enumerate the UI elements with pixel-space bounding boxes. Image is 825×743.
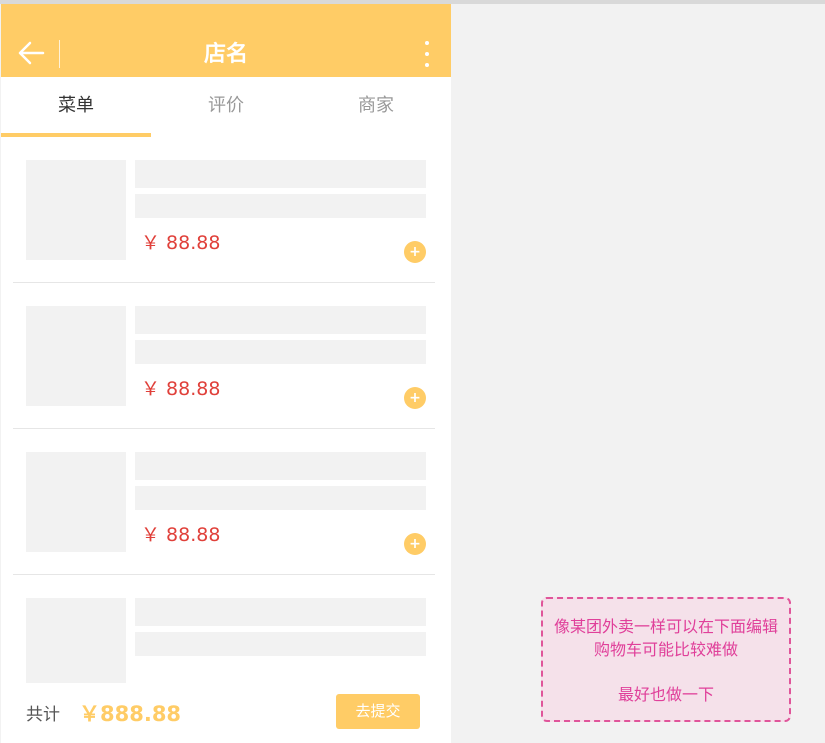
annotation-note: 像某团外卖一样可以在下面编辑 购物车可能比较难做 最好也做一下 (541, 597, 791, 722)
app-header: 店名 (1, 4, 451, 77)
item-price: ￥ 88.88 (141, 524, 221, 546)
note-line: 像某团外卖一样可以在下面编辑 (553, 617, 778, 636)
arrow-left-icon (18, 41, 45, 65)
item-price: ￥ 88.88 (141, 378, 221, 400)
mobile-app-frame: 店名 菜单 评价 商家 ￥ 88.88 + ￥ 88.88 + ￥ 88.88 … (1, 4, 451, 743)
submit-button[interactable]: 去提交 (336, 694, 420, 729)
more-button[interactable] (417, 40, 437, 68)
item-price: ￥ 88.88 (141, 232, 221, 254)
tab-menu[interactable]: 菜单 (1, 77, 151, 137)
menu-item[interactable]: ￥ 88.88 + (1, 283, 451, 429)
item-image-placeholder (26, 306, 126, 406)
tab-merchant[interactable]: 商家 (301, 77, 451, 137)
back-button[interactable] (15, 38, 47, 68)
menu-item[interactable]: ￥ 88.88 + (1, 137, 451, 283)
more-vertical-icon (425, 41, 429, 45)
item-name-placeholder (135, 160, 426, 188)
item-name-placeholder (135, 452, 426, 480)
item-desc-placeholder (135, 340, 426, 364)
add-to-cart-button[interactable]: + (404, 241, 426, 263)
add-to-cart-button[interactable]: + (404, 533, 426, 555)
cart-footer: 共计 ￥888.88 去提交 (1, 683, 451, 743)
tab-reviews[interactable]: 评价 (151, 77, 301, 137)
menu-item[interactable]: ￥ 88.88 + (1, 429, 451, 575)
header-divider (59, 40, 60, 68)
item-name-placeholder (135, 306, 426, 334)
item-desc-placeholder (135, 632, 426, 656)
item-image-placeholder (26, 160, 126, 260)
item-desc-placeholder (135, 194, 426, 218)
note-line: 购物车可能比较难做 (593, 640, 738, 659)
menu-list: ￥ 88.88 + ￥ 88.88 + ￥ 88.88 + (1, 137, 451, 721)
add-to-cart-button[interactable]: + (404, 387, 426, 409)
item-desc-placeholder (135, 486, 426, 510)
total-price: ￥888.88 (79, 702, 182, 726)
item-name-placeholder (135, 598, 426, 626)
page-title: 店名 (203, 42, 248, 67)
note-line: 最好也做一下 (617, 685, 714, 704)
item-image-placeholder (26, 452, 126, 552)
total-label: 共计 (26, 705, 60, 725)
tab-bar: 菜单 评价 商家 (1, 77, 451, 137)
